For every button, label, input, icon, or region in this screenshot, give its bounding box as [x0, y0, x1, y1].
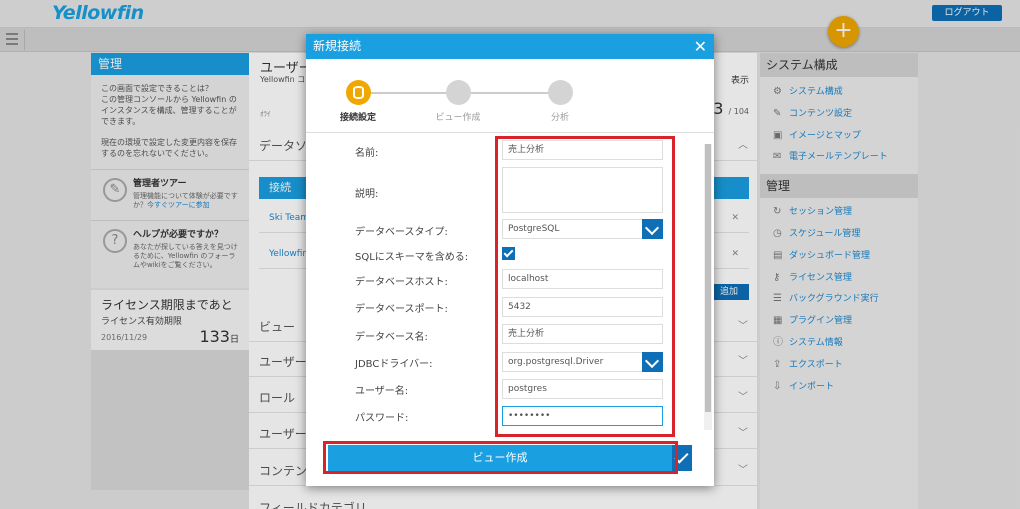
step-label: 接続設定 — [339, 113, 376, 123]
step-label: 分析 — [550, 113, 569, 123]
step-label: ビュー作成 — [435, 113, 481, 123]
close-icon[interactable]: ✕ — [694, 34, 707, 59]
username-label: ユーザー名: — [355, 386, 409, 397]
schema-label: SQLにスキーマを含める: — [355, 252, 469, 263]
step-analysis[interactable]: 分析 — [510, 80, 610, 123]
highlight-box-button — [323, 441, 678, 474]
password-label: パスワード: — [355, 413, 409, 424]
dbtype-label: データベースタイプ: — [355, 227, 448, 238]
step-dot — [445, 80, 471, 105]
wizard-steps: 接続設定 ビュー作成 分析 — [306, 59, 714, 133]
port-label: データベースポート: — [355, 304, 448, 315]
step-create-view[interactable]: ビュー作成 — [408, 80, 508, 123]
dialog-title: 新規接続 — [313, 39, 362, 53]
step-connection-settings[interactable]: 接続設定 — [308, 80, 408, 123]
highlight-box-fields — [495, 136, 675, 437]
scroll-thumb[interactable] — [705, 144, 711, 412]
driver-label: JDBCドライバー: — [355, 359, 433, 370]
description-label: 説明: — [355, 189, 379, 200]
dbname-label: データベース名: — [355, 332, 428, 343]
database-icon — [345, 80, 371, 105]
new-connection-dialog: 新規接続 ✕ 接続設定 ビュー作成 分析 名前: 売上分析 説明: データベース… — [306, 34, 714, 486]
form-scrollbar[interactable] — [704, 144, 712, 430]
dialog-header: 新規接続 ✕ — [306, 34, 714, 59]
name-label: 名前: — [355, 148, 379, 159]
step-dot — [547, 80, 573, 105]
host-label: データベースホスト: — [355, 277, 448, 288]
